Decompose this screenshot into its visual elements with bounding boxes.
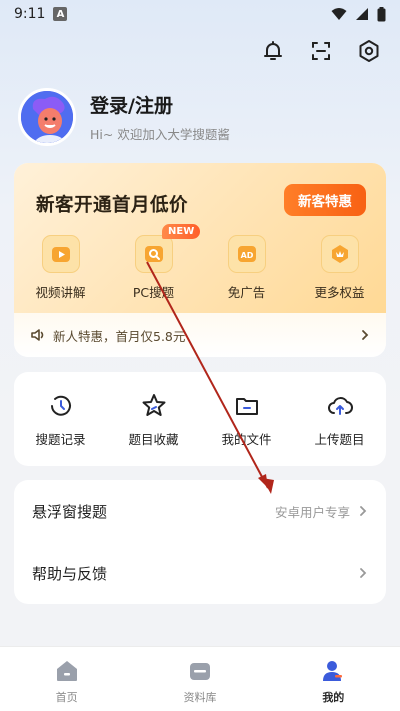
vip-item-more-benefits[interactable]: 更多权益 [293,235,386,301]
new-user-offer-button[interactable]: 新客特惠 [284,184,366,216]
top-toolbar [260,38,382,64]
tools-card: 搜题记录 题目收藏 我的文件 上传题目 [14,372,386,466]
svg-text:AD: AD [240,251,253,260]
login-register-link[interactable]: 登录/注册 [90,91,230,118]
vip-title: 新客开通首月低价 [36,195,189,216]
chevron-right-icon [360,506,367,516]
bell-icon[interactable] [260,38,286,64]
ad-icon: AD [227,235,266,273]
tool-label: 题目收藏 [128,431,179,447]
tab-me[interactable]: 我的 [267,647,400,711]
menu-item-help-feedback[interactable]: 帮助与反馈 [14,542,386,604]
history-icon [46,391,76,421]
signal-icon [356,8,368,20]
search-icon [134,235,173,273]
bottom-tab-bar: 首页 资料库 我的 [0,646,400,711]
tool-label: 我的文件 [221,431,272,447]
vip-item-video[interactable]: 视频讲解 [14,235,107,301]
speaker-icon [31,329,44,341]
menu-item-title: 帮助与反馈 [32,564,108,583]
notification-icon: A [53,7,68,21]
home-icon [53,657,81,685]
vip-item-label: PC搜题 [132,285,175,300]
tool-label: 上传题目 [314,431,365,447]
vip-card: 新客开通首月低价 新客特惠 视频讲解 NEW PC搜题 AD 免广告 更多权益 … [14,163,386,357]
tool-search-history[interactable]: 搜题记录 [14,391,107,448]
vip-item-pc-search[interactable]: NEW PC搜题 [107,224,201,301]
tab-label: 资料库 [183,691,217,704]
promo-banner[interactable]: 新人特惠，首月仅5.8元 [14,313,386,357]
tab-home[interactable]: 首页 [0,647,133,711]
welcome-text: Hi~ 欢迎加入大学搜题酱 [90,127,230,142]
menu-item-hint: 安卓用户专享 [274,504,350,520]
chevron-right-icon [360,568,367,578]
new-badge: NEW [162,224,201,239]
crown-icon [320,235,359,273]
library-icon [186,657,214,685]
user-icon [319,657,347,685]
battery-icon [377,6,386,21]
promo-text: 新人特惠，首月仅5.8元 [53,328,186,344]
menu-item-title: 悬浮窗搜题 [32,502,108,521]
chevron-right-icon [362,330,369,340]
scan-icon[interactable] [308,38,334,64]
profile-header[interactable]: 登录/注册 Hi~ 欢迎加入大学搜题酱 [18,88,230,146]
tool-favorites[interactable]: 题目收藏 [107,391,200,448]
status-bar: 9:11 A [0,0,400,28]
cloud-upload-icon [325,391,355,421]
folder-icon [232,391,262,421]
tool-upload-question[interactable]: 上传题目 [293,391,386,448]
vip-item-no-ads[interactable]: AD 免广告 [200,235,293,301]
tool-my-files[interactable]: 我的文件 [200,391,293,448]
avatar[interactable] [18,88,76,146]
wifi-icon [331,8,347,20]
tool-label: 搜题记录 [35,431,86,447]
settings-icon[interactable] [356,38,382,64]
menu-item-floating-search[interactable]: 悬浮窗搜题 安卓用户专享 [14,480,386,542]
play-icon [41,235,80,273]
status-time: 9:11 [14,6,46,22]
vip-item-label: 更多权益 [314,285,365,300]
tab-label: 我的 [322,691,345,704]
tab-library[interactable]: 资料库 [133,647,266,711]
star-icon [139,391,169,421]
vip-item-label: 视频讲解 [35,285,86,300]
tab-label: 首页 [55,691,78,704]
vip-item-label: 免广告 [227,285,266,300]
menu-card: 悬浮窗搜题 安卓用户专享 帮助与反馈 [14,480,386,604]
